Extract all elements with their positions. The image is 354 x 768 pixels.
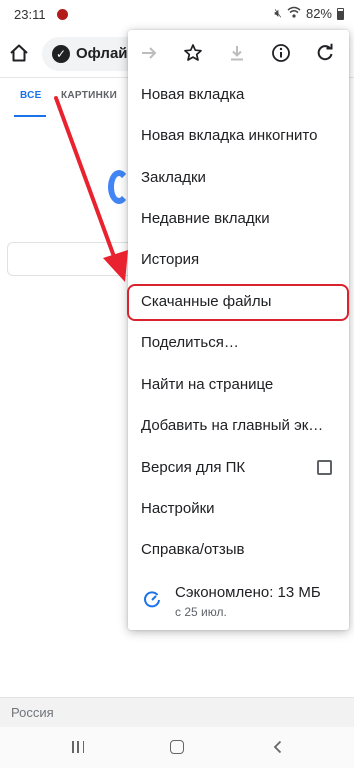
menu-item-bookmarks[interactable]: Закладки xyxy=(128,158,349,199)
data-saved-since: с 25 июл. xyxy=(175,605,227,619)
status-icons: 🔇︎ 82% xyxy=(274,6,344,21)
battery-icon xyxy=(337,7,344,20)
menu-item-label: История xyxy=(141,251,200,268)
menu-item-new-tab[interactable]: Новая вкладка xyxy=(128,75,349,116)
refresh-icon[interactable] xyxy=(314,42,336,64)
menu-item-label: Найти на странице xyxy=(141,376,274,393)
overflow-menu: Новая вкладка Новая вкладка инкогнито За… xyxy=(128,30,349,630)
menu-item-share[interactable]: Поделиться… xyxy=(128,323,349,364)
tab-all[interactable]: ВСЕ xyxy=(20,90,42,101)
menu-item-settings[interactable]: Настройки xyxy=(128,489,349,530)
data-saved-title[interactable]: Сэкономлено: 13 МБ xyxy=(175,584,321,601)
region-label: Россия xyxy=(11,705,54,720)
menu-item-label: Поделиться… xyxy=(141,334,239,351)
bookmark-star-icon[interactable] xyxy=(182,42,204,64)
data-saver-icon xyxy=(143,591,161,609)
forward-icon[interactable] xyxy=(138,42,160,64)
menu-item-label: Справка/отзыв xyxy=(141,541,245,558)
menu-item-label: Новая вкладка xyxy=(141,86,245,103)
menu-item-add-to-home[interactable]: Добавить на главный эк… xyxy=(128,406,349,447)
menu-item-label: Закладки xyxy=(141,169,206,186)
menu-item-desktop-site[interactable]: Версия для ПК xyxy=(128,448,349,489)
menu-item-recent-tabs[interactable]: Недавние вкладки xyxy=(128,199,349,240)
status-time: 23:11 xyxy=(14,7,46,22)
footer-region: Россия xyxy=(0,697,354,727)
menu-item-label: Версия для ПК xyxy=(141,459,246,476)
menu-item-label: Новая вкладка инкогнито xyxy=(141,127,318,144)
tab-indicator xyxy=(14,115,46,117)
downloads-highlight-frame xyxy=(127,284,349,321)
google-logo xyxy=(108,170,130,204)
info-icon[interactable] xyxy=(270,42,292,64)
wifi-icon xyxy=(287,6,301,21)
back-icon[interactable] xyxy=(270,739,286,755)
nav-home-icon[interactable] xyxy=(170,740,184,754)
menu-item-find-in-page[interactable]: Найти на странице xyxy=(128,365,349,406)
menu-toolbar xyxy=(128,30,349,76)
offline-check-icon: ✓ xyxy=(52,45,70,63)
menu-item-help-feedback[interactable]: Справка/отзыв xyxy=(128,530,349,571)
tab-images[interactable]: КАРТИНКИ xyxy=(61,90,117,101)
desktop-site-checkbox[interactable] xyxy=(317,460,332,475)
menu-item-label: Добавить на главный эк… xyxy=(141,417,324,434)
menu-item-new-incognito-tab[interactable]: Новая вкладка инкогнито xyxy=(128,116,349,157)
notification-icon xyxy=(57,9,68,20)
search-box[interactable] xyxy=(7,242,147,276)
status-bar: 23:11 🔇︎ 82% xyxy=(0,0,354,30)
menu-item-history[interactable]: История xyxy=(128,240,349,281)
mute-icon: 🔇︎ xyxy=(274,6,282,20)
recents-icon[interactable] xyxy=(72,741,84,753)
battery-percent: 82% xyxy=(305,6,332,21)
home-icon[interactable] xyxy=(8,42,30,64)
download-icon[interactable] xyxy=(226,42,248,64)
navigation-bar xyxy=(0,727,354,768)
menu-item-label: Недавние вкладки xyxy=(141,210,270,227)
menu-item-label: Настройки xyxy=(141,500,215,517)
